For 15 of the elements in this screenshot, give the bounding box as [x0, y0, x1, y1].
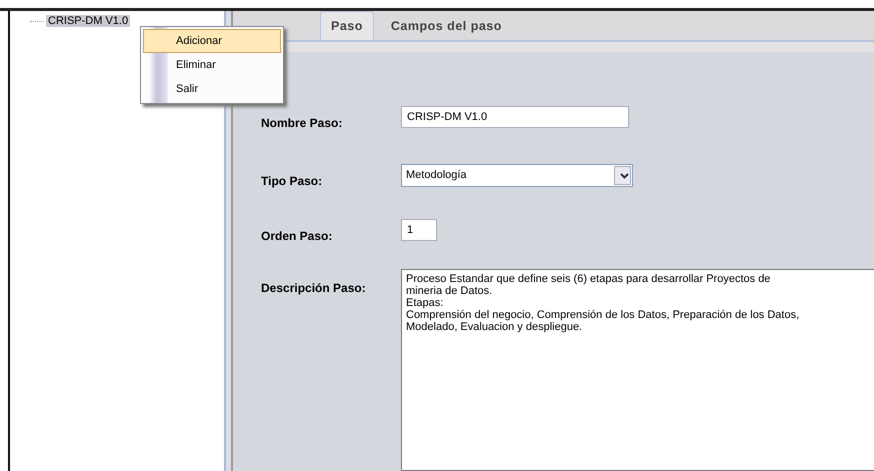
tab[interactable]: Campos del paso — [380, 11, 513, 40]
description-field[interactable]: Proceso Estandar que define seis (6) etapas para desarrollar Proyectos de mineria de Datos. Etapas: Comprensión del negocio, Comprensión de los Datos, Preparación de los Datos, Modelado, Evaluacion y despliegue. — [401, 269, 874, 471]
menu-item[interactable]: Salir — [143, 77, 281, 101]
menu-item[interactable]: Adicionar — [143, 29, 281, 53]
dropdown-field[interactable]: Metodología — [401, 164, 633, 187]
number-field[interactable]: 1 — [401, 219, 437, 241]
tab[interactable]: Paso — [320, 11, 374, 40]
field-label: Tipo Paso: — [261, 173, 324, 190]
field-label: Nombre Paso: — [261, 115, 344, 132]
text-field[interactable]: CRISP-DM V1.0 — [401, 106, 629, 128]
field-label: Descripción Paso: — [261, 280, 367, 297]
chevron-down-icon[interactable] — [620, 172, 629, 178]
menu-item[interactable]: Eliminar — [143, 53, 281, 77]
tree-item[interactable]: CRISP-DM V1.0 — [46, 15, 130, 27]
field-label: Orden Paso: — [261, 228, 334, 245]
